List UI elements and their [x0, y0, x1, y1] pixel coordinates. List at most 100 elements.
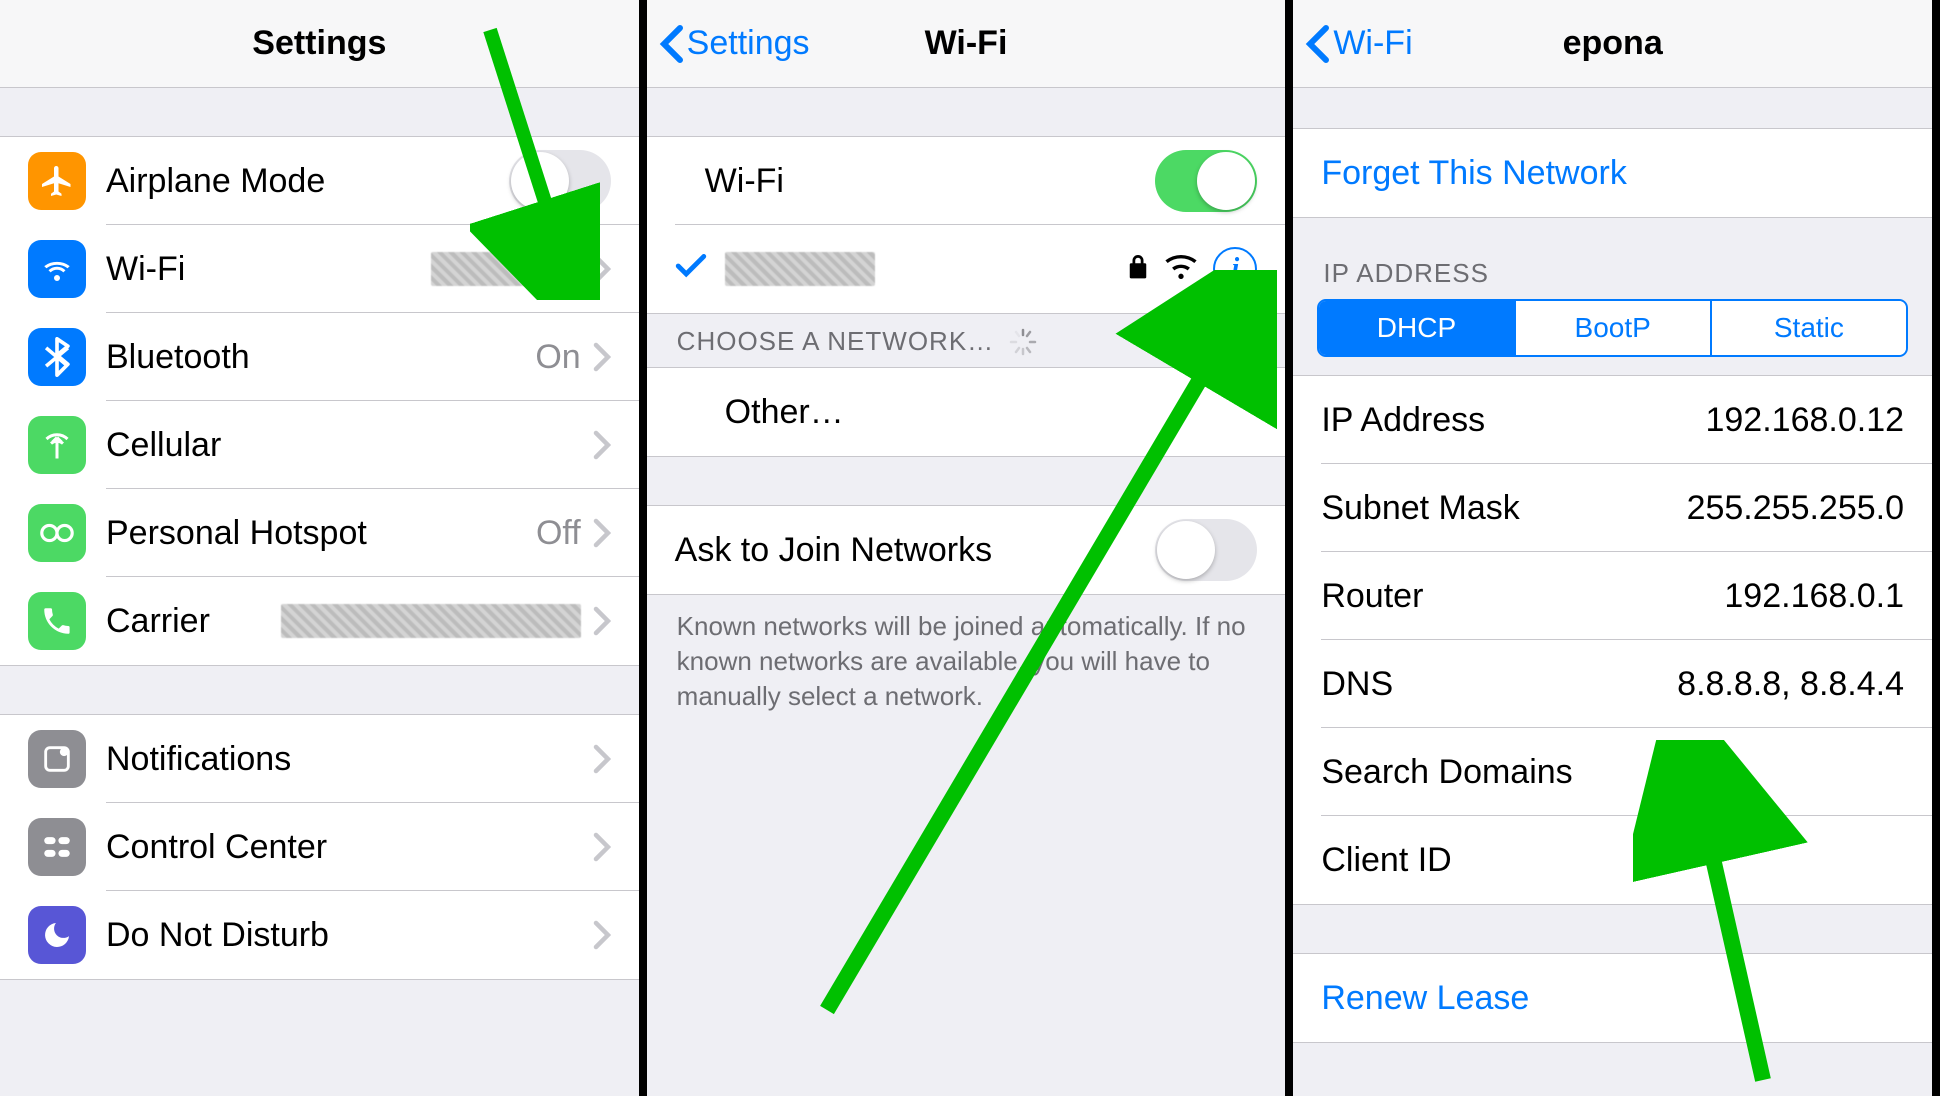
forget-group: Forget This Network — [1293, 128, 1932, 218]
content: Airplane Mode Wi-Fi — [0, 88, 639, 1096]
airplane-toggle[interactable] — [509, 150, 611, 212]
row-value: 192.168.0.12 — [1705, 401, 1904, 440]
carrier-redacted — [281, 604, 581, 638]
settings-group-connectivity: Airplane Mode Wi-Fi — [0, 136, 639, 666]
navbar: Settings — [0, 0, 639, 88]
segment-dhcp[interactable]: DHCP — [1319, 301, 1513, 355]
chevron-right-icon — [593, 606, 611, 636]
renew-lease-button[interactable]: Renew Lease — [1293, 954, 1932, 1042]
forget-network-button[interactable]: Forget This Network — [1293, 129, 1932, 217]
page-title: Wi-Fi — [925, 24, 1008, 63]
row-hotspot[interactable]: Personal Hotspot Off — [0, 489, 639, 577]
navbar: Settings Wi-Fi — [647, 0, 1286, 88]
row-value: 8.8.8.8, 8.8.4.4 — [1677, 665, 1904, 704]
back-button[interactable]: Settings — [659, 24, 810, 64]
chevron-right-icon — [593, 744, 611, 774]
ask-toggle[interactable] — [1155, 519, 1257, 581]
row-value: 255.255.255.0 — [1687, 489, 1904, 528]
row-value: 192.168.0.1 — [1724, 577, 1904, 616]
row-label: Personal Hotspot — [106, 514, 367, 553]
chevron-right-icon — [593, 920, 611, 950]
chevron-right-icon — [593, 430, 611, 460]
row-notifications[interactable]: Notifications — [0, 715, 639, 803]
wifi-icon — [28, 240, 86, 298]
row-label: Ask to Join Networks — [675, 531, 992, 570]
back-label: Settings — [687, 24, 810, 63]
row-label: Cellular — [106, 426, 221, 465]
row-dns[interactable]: DNS 8.8.8.8, 8.8.4.4 — [1293, 640, 1932, 728]
wifi-toggle-group: Wi-Fi i — [647, 136, 1286, 314]
settings-panel: Settings Airplane Mode Wi-Fi — [0, 0, 647, 1096]
row-client-id[interactable]: Client ID — [1293, 816, 1932, 904]
row-ask-to-join[interactable]: Ask to Join Networks — [647, 506, 1286, 594]
row-router[interactable]: Router 192.168.0.1 — [1293, 552, 1932, 640]
chevron-right-icon — [593, 342, 611, 372]
back-button[interactable]: Wi-Fi — [1305, 24, 1412, 64]
hotspot-icon — [28, 504, 86, 562]
row-other-network[interactable]: Other… — [647, 368, 1286, 456]
chevron-right-icon — [593, 518, 611, 548]
row-label: Subnet Mask — [1321, 489, 1519, 528]
row-label: Airplane Mode — [106, 162, 325, 201]
row-label: IP Address — [1321, 401, 1485, 440]
wifi-name-redacted — [431, 252, 581, 286]
lock-icon — [1127, 250, 1149, 289]
checkmark-icon — [675, 250, 707, 289]
navbar: Wi-Fi epona — [1293, 0, 1932, 88]
row-label: Forget This Network — [1321, 154, 1626, 193]
row-wifi-toggle[interactable]: Wi-Fi — [647, 137, 1286, 225]
row-label: Wi-Fi — [106, 250, 185, 289]
ip-address-header: IP ADDRESS — [1293, 218, 1932, 299]
page-title: epona — [1563, 24, 1663, 63]
cellular-icon — [28, 416, 86, 474]
chevron-right-icon — [593, 832, 611, 862]
network-detail-panel: Wi-Fi epona Forget This Network IP ADDRE… — [1293, 0, 1940, 1096]
segment-static[interactable]: Static — [1710, 301, 1906, 355]
row-label: DNS — [1321, 665, 1393, 704]
info-button[interactable]: i — [1213, 247, 1257, 291]
chevron-right-icon — [593, 254, 611, 284]
row-label: Carrier — [106, 602, 210, 641]
row-cellular[interactable]: Cellular — [0, 401, 639, 489]
row-label: Do Not Disturb — [106, 916, 329, 955]
row-ip-address[interactable]: IP Address 192.168.0.12 — [1293, 376, 1932, 464]
row-wifi[interactable]: Wi-Fi — [0, 225, 639, 313]
phone-icon — [28, 592, 86, 650]
row-airplane-mode[interactable]: Airplane Mode — [0, 137, 639, 225]
ask-join-group: Ask to Join Networks — [647, 505, 1286, 595]
row-bluetooth[interactable]: Bluetooth On — [0, 313, 639, 401]
row-label: Notifications — [106, 740, 291, 779]
row-carrier[interactable]: Carrier — [0, 577, 639, 665]
row-label: Wi-Fi — [705, 162, 784, 201]
wifi-strength-icon — [1165, 250, 1197, 289]
wifi-panel: Settings Wi-Fi Wi-Fi — [647, 0, 1294, 1096]
content: Forget This Network IP ADDRESS DHCP Boot… — [1293, 88, 1932, 1096]
page-title: Settings — [252, 24, 386, 63]
footer-note: Known networks will be joined automatica… — [647, 595, 1286, 728]
row-do-not-disturb[interactable]: Do Not Disturb — [0, 891, 639, 979]
row-value: On — [535, 338, 580, 377]
segment-bootp[interactable]: BootP — [1514, 301, 1710, 355]
ip-mode-segmented[interactable]: DHCP BootP Static — [1317, 299, 1908, 357]
control-center-icon — [28, 818, 86, 876]
settings-group-system: Notifications Control Center Do Not Dist… — [0, 714, 639, 980]
row-value: Off — [536, 514, 581, 553]
row-label: Router — [1321, 577, 1423, 616]
content: Wi-Fi i CHOOSE A NETWO — [647, 88, 1286, 1096]
ip-details-group: IP Address 192.168.0.12 Subnet Mask 255.… — [1293, 375, 1932, 905]
row-connected-network[interactable]: i — [647, 225, 1286, 313]
moon-icon — [28, 906, 86, 964]
row-label: Other… — [725, 393, 844, 432]
row-control-center[interactable]: Control Center — [0, 803, 639, 891]
notifications-icon — [28, 730, 86, 788]
row-label: Client ID — [1321, 841, 1451, 880]
renew-group: Renew Lease — [1293, 953, 1932, 1043]
wifi-toggle[interactable] — [1155, 150, 1257, 212]
row-label: Search Domains — [1321, 753, 1572, 792]
bluetooth-icon — [28, 328, 86, 386]
row-search-domains[interactable]: Search Domains — [1293, 728, 1932, 816]
airplane-icon — [28, 152, 86, 210]
spinner-icon — [1008, 327, 1038, 357]
row-subnet-mask[interactable]: Subnet Mask 255.255.255.0 — [1293, 464, 1932, 552]
row-label: Renew Lease — [1321, 979, 1529, 1018]
